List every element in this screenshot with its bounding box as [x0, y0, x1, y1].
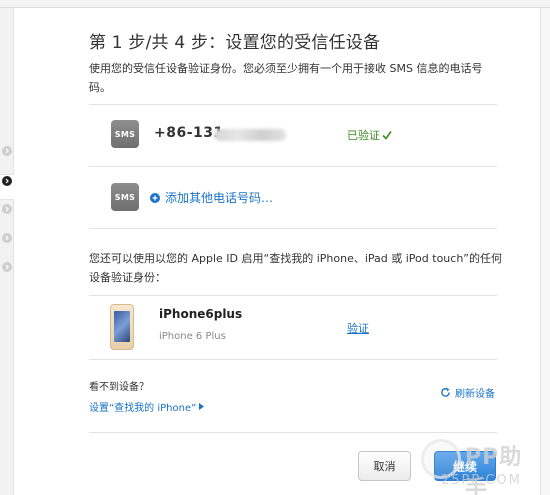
- setup-find-my-iphone-label: 设置“查找我的 iPhone”: [89, 403, 197, 414]
- step-indicator-2[interactable]: [2, 176, 12, 186]
- cant-see-device-text: 看不到设备？: [89, 382, 149, 393]
- watermark-sub-text: 25PP.COM: [441, 473, 522, 488]
- divider: [89, 432, 497, 433]
- iphone-device-image: [110, 304, 134, 350]
- window-top-edge: [0, 0, 550, 8]
- chevron-right-icon: [5, 235, 9, 241]
- pp-assistant-watermark: PP助手 25PP.COM: [421, 437, 539, 495]
- divider: [89, 359, 497, 360]
- step-indicator-4[interactable]: [2, 233, 12, 243]
- device-model: iPhone 6 Plus: [159, 331, 226, 342]
- page-title: 第 1 步/共 4 步：设置您的受信任设备: [89, 33, 381, 53]
- verified-label: 已验证: [347, 129, 380, 142]
- chevron-right-icon: [5, 264, 9, 270]
- setup-find-my-iphone-link[interactable]: 设置“查找我的 iPhone”: [89, 399, 205, 414]
- device-name: iPhone6plus: [159, 307, 243, 321]
- chevron-right-icon: [5, 178, 9, 184]
- cancel-button[interactable]: 取消: [358, 451, 411, 481]
- step-indicator-1[interactable]: [2, 146, 12, 156]
- refresh-devices-link[interactable]: 刷新设备: [440, 385, 495, 400]
- verify-device-link[interactable]: 验证: [347, 320, 369, 336]
- page-subtitle: 使用您的受信任设备验证身份。您必须至少拥有一个用于接收 SMS 信息的电话号码。: [89, 62, 483, 94]
- divider: [89, 166, 497, 167]
- sms-icon: SMS: [111, 183, 139, 211]
- refresh-icon: [441, 387, 450, 397]
- scrollbar-track[interactable]: [540, 8, 550, 495]
- step-indicator-3[interactable]: [2, 204, 12, 214]
- add-phone-number-link[interactable]: 添加其他电话号码…: [150, 189, 273, 206]
- sms-icon: SMS: [111, 120, 139, 148]
- plus-circle-icon: [150, 192, 160, 203]
- devices-intro-text: 您还可以使用以您的 Apple ID 启用“查找我的 iPhone、iPad 或…: [89, 252, 502, 284]
- verified-status: 已验证: [347, 127, 392, 143]
- device-screen: [114, 311, 130, 342]
- divider: [89, 228, 497, 229]
- refresh-devices-label: 刷新设备: [455, 389, 495, 400]
- triangle-right-icon: [199, 403, 205, 410]
- chevron-right-icon: [5, 148, 9, 154]
- chevron-right-icon: [5, 206, 9, 212]
- divider: [89, 104, 497, 105]
- step-indicator-5[interactable]: [2, 262, 12, 272]
- phone-number-redacted: [214, 129, 286, 141]
- divider: [89, 295, 497, 296]
- add-phone-number-label: 添加其他电话号码…: [165, 191, 274, 205]
- check-icon: [382, 131, 392, 140]
- step-sidebar: [0, 8, 14, 495]
